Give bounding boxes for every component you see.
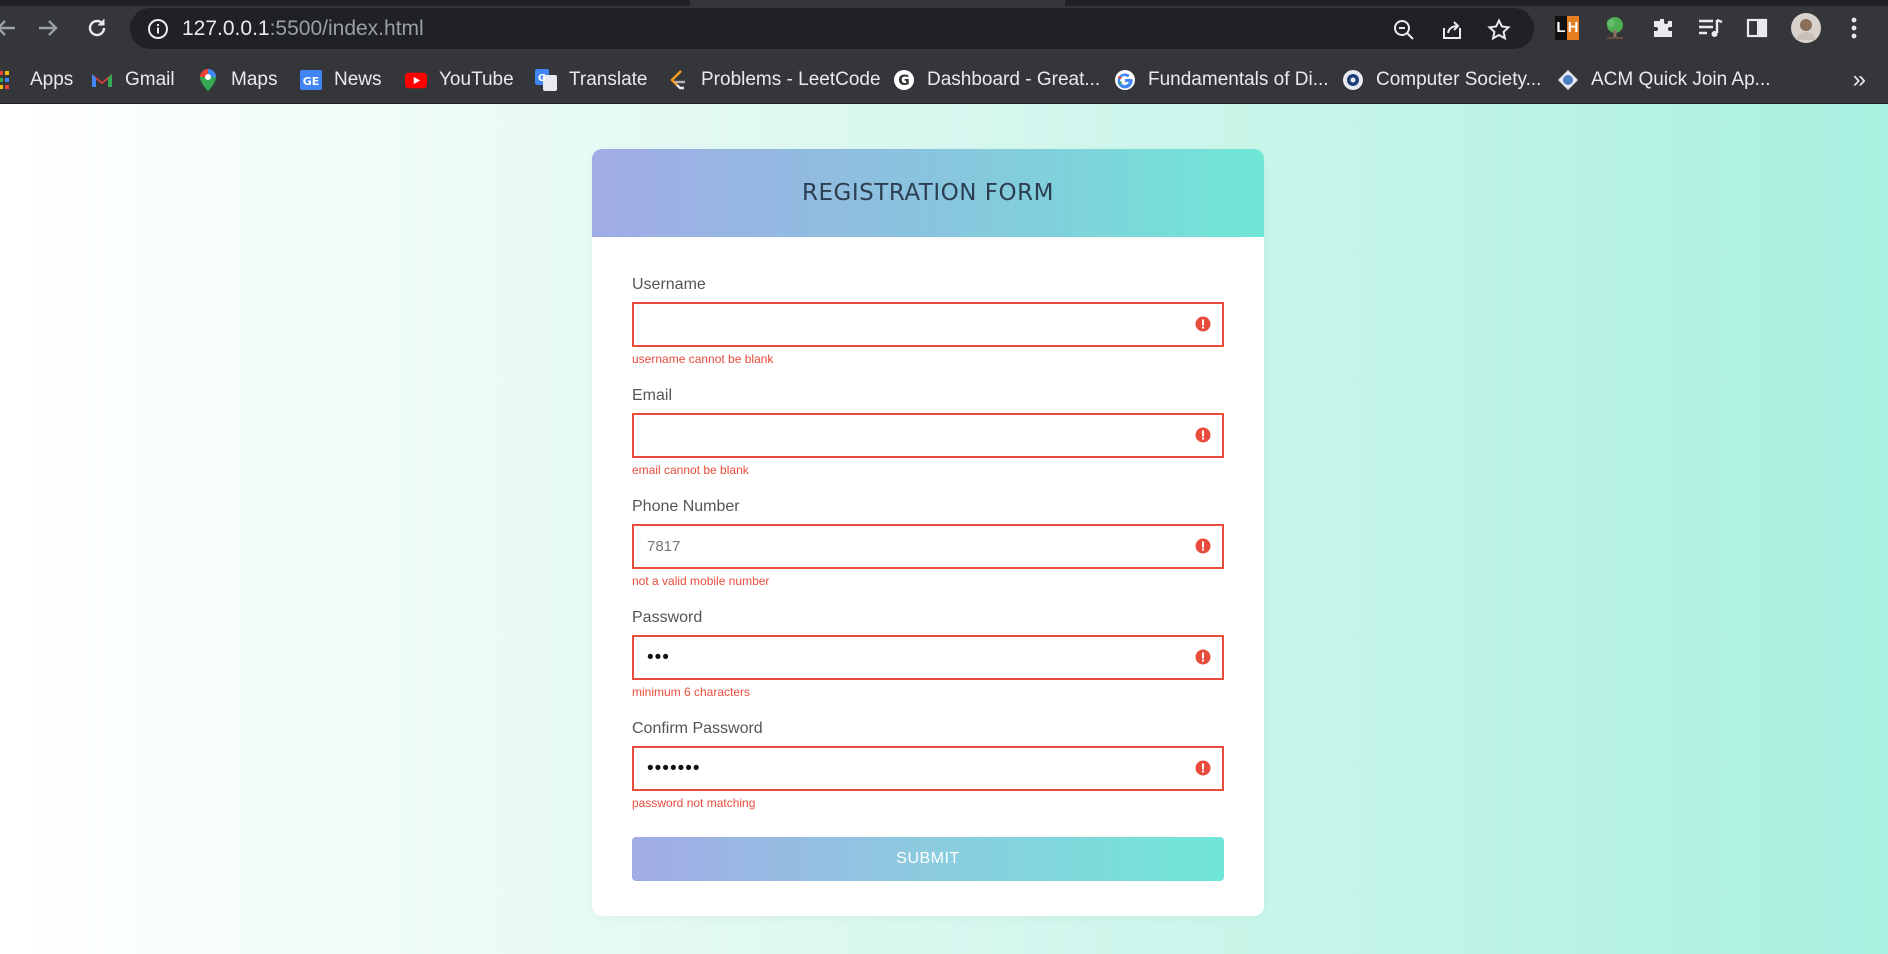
phone-label: Phone Number xyxy=(632,498,740,515)
address-bar[interactable]: 127.0.0.1:5500/index.html xyxy=(130,8,1534,49)
tree-extension-icon[interactable] xyxy=(1599,12,1631,44)
field-password: Password minimum 6 characters xyxy=(632,570,1224,699)
bookmark-dashboard[interactable]: G Dashboard - Great... xyxy=(893,65,1100,95)
form-title: REGISTRATION FORM xyxy=(802,180,1054,206)
bookmark-label: Dashboard - Great... xyxy=(927,69,1101,90)
bookmark-label: Problems - LeetCode xyxy=(701,69,881,90)
bookmark-label: Computer Society... xyxy=(1376,69,1542,90)
share-icon[interactable] xyxy=(1440,18,1464,42)
phone-input-box[interactable] xyxy=(632,524,1224,569)
puzzle-icon[interactable] xyxy=(1647,12,1679,44)
bookmark-label: Maps xyxy=(231,69,278,90)
registration-form: Username username cannot be blank Email … xyxy=(592,237,1264,810)
bookmark-translate[interactable]: G Translate xyxy=(535,65,648,95)
bookmark-label: ACM Quick Join Ap... xyxy=(1591,69,1771,90)
url-text[interactable]: 127.0.0.1:5500/index.html xyxy=(182,16,424,42)
bookmark-label: Fundamentals of Di... xyxy=(1148,69,1329,90)
bookmark-label: News xyxy=(334,69,382,90)
leetcode-icon xyxy=(667,69,689,91)
phone-input[interactable] xyxy=(634,526,1222,567)
forward-button[interactable] xyxy=(30,10,66,46)
back-button[interactable] xyxy=(0,10,24,46)
tab-strip xyxy=(0,0,1888,6)
page-background: REGISTRATION FORM Username username cann… xyxy=(0,104,1888,954)
error-icon xyxy=(1195,538,1211,554)
password-label: Password xyxy=(632,609,703,626)
active-tab-edge xyxy=(690,0,1065,6)
error-icon xyxy=(1195,760,1211,776)
password-input[interactable] xyxy=(634,637,1222,678)
bookmark-fundamentals[interactable]: Fundamentals of Di... xyxy=(1114,65,1329,95)
google-icon xyxy=(1114,69,1136,91)
side-panel-icon[interactable] xyxy=(1741,12,1773,44)
acm-icon xyxy=(1557,69,1579,91)
bookmark-gmail[interactable]: Gmail xyxy=(91,65,175,95)
bookmark-label: Gmail xyxy=(125,69,175,90)
password-input-box[interactable] xyxy=(632,635,1224,680)
star-icon[interactable] xyxy=(1487,18,1511,42)
bookmark-youtube[interactable]: YouTube xyxy=(405,65,514,95)
gmail-icon xyxy=(91,69,113,91)
bookmark-apps[interactable]: Apps xyxy=(0,65,73,95)
field-username: Username username cannot be blank xyxy=(632,237,1224,366)
reload-button[interactable] xyxy=(79,10,115,46)
youtube-icon xyxy=(405,69,427,91)
username-label: Username xyxy=(632,276,706,293)
bookmarks-bar: Apps Gmail Maps GE News YouTube G Transl… xyxy=(0,56,1888,104)
arrow-left-icon xyxy=(0,20,15,36)
error-icon xyxy=(1195,316,1211,332)
profile-avatar[interactable] xyxy=(1790,12,1822,44)
field-confirm-password: Confirm Password password not matching xyxy=(632,681,1224,810)
maps-pin-icon xyxy=(197,69,219,91)
svg-text:GE: GE xyxy=(303,75,320,88)
email-input[interactable] xyxy=(634,415,1222,456)
media-queue-icon[interactable] xyxy=(1694,12,1726,44)
translate-icon: G xyxy=(535,69,557,91)
svg-text:G: G xyxy=(898,73,910,89)
bookmark-label: Apps xyxy=(30,69,74,90)
bookmark-label: YouTube xyxy=(439,69,514,90)
submit-button[interactable]: SUBMIT xyxy=(632,837,1224,881)
svg-text:G: G xyxy=(538,73,546,84)
bookmark-news[interactable]: GE News xyxy=(300,65,382,95)
bookmark-label: Translate xyxy=(569,69,648,90)
bookmark-acm[interactable]: ACM Quick Join Ap... xyxy=(1557,65,1771,95)
username-input-box[interactable] xyxy=(632,302,1224,347)
confirm-password-input[interactable] xyxy=(634,748,1222,789)
url-host: 127.0.0.1 xyxy=(182,17,270,40)
zoom-icon[interactable] xyxy=(1392,18,1416,42)
computer-society-icon xyxy=(1342,69,1364,91)
site-info-icon[interactable] xyxy=(147,18,169,40)
lighthouse-extension-icon[interactable]: LH xyxy=(1551,12,1583,44)
arrow-right-icon xyxy=(39,20,58,36)
username-input[interactable] xyxy=(634,304,1222,345)
bookmark-computer-society[interactable]: Computer Society... xyxy=(1342,65,1541,95)
confirm-password-input-box[interactable] xyxy=(632,746,1224,791)
browser-menu-icon[interactable] xyxy=(1838,12,1870,44)
field-email: Email email cannot be blank xyxy=(632,348,1224,477)
url-path: :5500/index.html xyxy=(269,17,424,40)
bookmark-leetcode[interactable]: Problems - LeetCode xyxy=(667,65,881,95)
confirm-password-error: password not matching xyxy=(632,796,756,810)
form-header: REGISTRATION FORM xyxy=(592,149,1264,237)
news-icon: GE xyxy=(300,69,322,91)
reload-icon xyxy=(88,19,106,37)
email-label: Email xyxy=(632,387,673,404)
field-phone: Phone Number not a valid mobile number xyxy=(632,459,1224,588)
browser-toolbar: 127.0.0.1:5500/index.html LH xyxy=(0,0,1888,56)
error-icon xyxy=(1195,649,1211,665)
g-circle-icon: G xyxy=(893,69,915,91)
bookmarks-overflow-button[interactable]: » xyxy=(1853,66,1866,94)
registration-card: REGISTRATION FORM Username username cann… xyxy=(592,149,1264,916)
bookmark-maps[interactable]: Maps xyxy=(197,65,277,95)
email-input-box[interactable] xyxy=(632,413,1224,458)
apps-grid-icon xyxy=(0,69,18,91)
confirm-password-label: Confirm Password xyxy=(632,720,763,737)
error-icon xyxy=(1195,427,1211,443)
